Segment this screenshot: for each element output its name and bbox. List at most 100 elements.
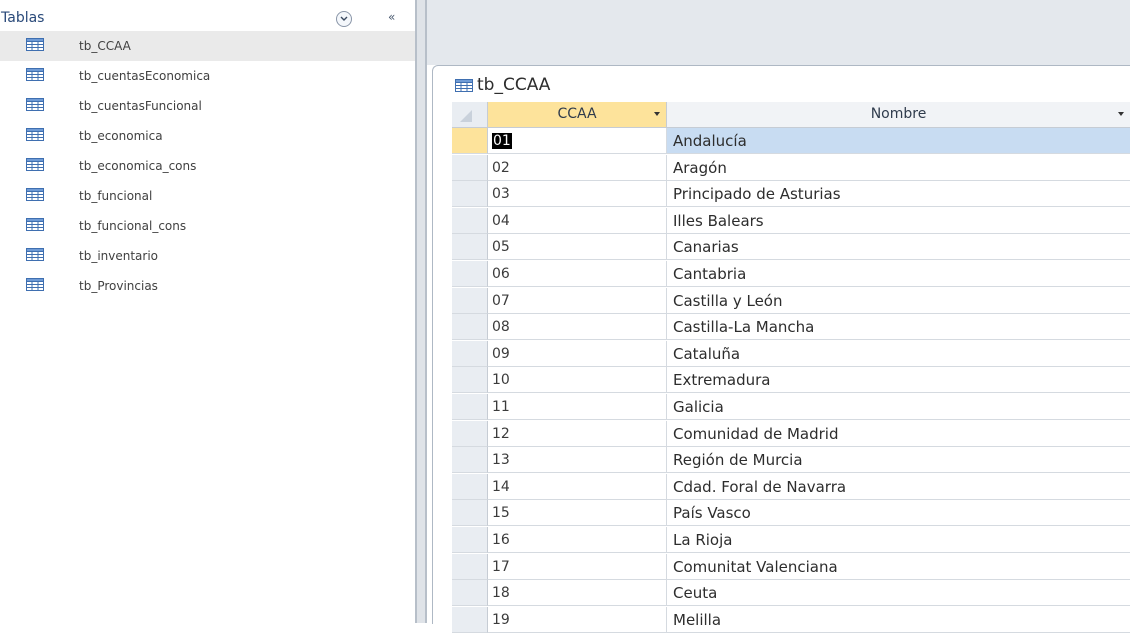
cell-ccaa[interactable]: 11 (488, 394, 667, 420)
record-selector[interactable] (452, 527, 488, 553)
nav-item-tb-economica-cons[interactable]: tb_economica_cons (0, 151, 415, 181)
table-row[interactable]: 07 Castilla y León (452, 287, 1130, 314)
cell-nombre[interactable]: Aragón (667, 155, 1130, 181)
cell-ccaa[interactable]: 04 (488, 207, 667, 234)
nav-item-tb-cuentasfuncional[interactable]: tb_cuentasFuncional (0, 91, 415, 121)
cell-ccaa[interactable]: 07 (488, 287, 667, 314)
cell-nombre[interactable]: Región de Murcia (667, 447, 1130, 474)
table-row[interactable]: 14 Cdad. Foral de Navarra (452, 473, 1130, 500)
cell-nombre[interactable]: Cdad. Foral de Navarra (667, 474, 1130, 500)
cell-nombre[interactable]: Extremadura (667, 367, 1130, 394)
cell-nombre[interactable]: Canarias (667, 234, 1130, 261)
cell-nombre-value: Illes Balears (673, 211, 764, 230)
table-row[interactable]: 12 Comunidad de Madrid (452, 420, 1130, 447)
table-row[interactable]: 05 Canarias (452, 234, 1130, 261)
record-selector[interactable] (452, 394, 488, 420)
record-selector[interactable] (452, 234, 488, 261)
record-selector[interactable] (452, 181, 488, 208)
table-row[interactable]: 01 Andalucía (452, 128, 1130, 154)
cell-ccaa[interactable]: 14 (488, 473, 667, 500)
cell-nombre[interactable]: Andalucía (667, 128, 1130, 154)
nav-menu-dropdown-button[interactable] (336, 11, 352, 27)
cell-ccaa[interactable]: 12 (488, 420, 667, 447)
cell-nombre[interactable]: Ceuta (667, 580, 1130, 607)
record-selector[interactable] (452, 314, 488, 341)
collapse-pane-button[interactable]: « (388, 10, 395, 24)
column-header-ccaa[interactable]: CCAA (488, 102, 667, 128)
cell-nombre[interactable]: Melilla (667, 607, 1130, 633)
record-selector[interactable] (452, 580, 488, 607)
cell-ccaa[interactable]: 02 (488, 154, 667, 181)
pane-splitter[interactable] (415, 0, 427, 623)
table-icon (26, 68, 44, 81)
record-selector[interactable] (452, 287, 488, 314)
cell-nombre[interactable]: Illes Balears (667, 208, 1130, 234)
cell-ccaa[interactable]: 09 (488, 340, 667, 367)
table-row[interactable]: 18 Ceuta (452, 580, 1130, 607)
record-selector[interactable] (452, 473, 488, 500)
cell-nombre[interactable]: Galicia (667, 394, 1130, 420)
cell-nombre[interactable]: Comunitat Valenciana (667, 554, 1130, 580)
record-selector[interactable] (452, 447, 488, 474)
cell-nombre[interactable]: Castilla-La Mancha (667, 314, 1130, 341)
nav-item-tb-cuentaseconomica[interactable]: tb_cuentasEconomica (0, 61, 415, 91)
table-row[interactable]: 06 Cantabria (452, 261, 1130, 287)
cell-nombre[interactable]: Castilla y León (667, 288, 1130, 314)
record-selector[interactable] (452, 606, 488, 633)
record-selector[interactable] (452, 367, 488, 394)
select-all-button[interactable] (452, 102, 488, 128)
cell-ccaa[interactable]: 10 (488, 367, 667, 394)
table-row[interactable]: 03 Principado de Asturias (452, 181, 1130, 208)
record-selector[interactable] (452, 553, 488, 580)
table-row[interactable]: 08 Castilla-La Mancha (452, 314, 1130, 341)
nav-item-tb-provincias[interactable]: tb_Provincias (0, 271, 415, 301)
cell-ccaa[interactable]: 18 (488, 580, 667, 607)
cell-nombre[interactable]: Comunidad de Madrid (667, 421, 1130, 447)
table-row[interactable]: 02 Aragón (452, 154, 1130, 181)
cell-nombre[interactable]: La Rioja (667, 527, 1130, 553)
table-row[interactable]: 11 Galicia (452, 394, 1130, 420)
table-row[interactable]: 19 Melilla (452, 606, 1130, 633)
datasheet-document: tb_CCAA CCAA Nombre 01 Andalucía 02 Aragón 0… (432, 65, 1130, 633)
cell-ccaa[interactable]: 05 (488, 234, 667, 261)
record-selector[interactable] (452, 500, 488, 527)
nav-item-tb-ccaa[interactable]: tb_CCAA (0, 31, 415, 61)
record-selector[interactable] (452, 128, 488, 154)
column-header-nombre[interactable]: Nombre (667, 102, 1130, 128)
cell-ccaa[interactable]: 01 (488, 128, 667, 154)
cell-ccaa[interactable]: 08 (488, 314, 667, 341)
cell-ccaa[interactable]: 13 (488, 447, 667, 474)
nav-title[interactable]: Tablas (1, 10, 44, 26)
nav-header: Tablas « (0, 7, 415, 31)
table-row[interactable]: 09 Cataluña (452, 340, 1130, 367)
nav-item-tb-inventario[interactable]: tb_inventario (0, 241, 415, 271)
cell-ccaa[interactable]: 15 (488, 500, 667, 527)
table-row[interactable]: 17 Comunitat Valenciana (452, 553, 1130, 580)
table-row[interactable]: 04 Illes Balears (452, 207, 1130, 234)
record-selector[interactable] (452, 420, 488, 447)
cell-ccaa[interactable]: 19 (488, 606, 667, 633)
cell-nombre[interactable]: Cantabria (667, 261, 1130, 287)
record-selector[interactable] (452, 207, 488, 234)
cell-nombre[interactable]: País Vasco (667, 500, 1130, 527)
sort-filter-dropdown-icon[interactable] (1118, 112, 1124, 116)
cell-ccaa[interactable]: 03 (488, 181, 667, 208)
cell-nombre[interactable]: Cataluña (667, 341, 1130, 367)
nav-item-tb-funcional-cons[interactable]: tb_funcional_cons (0, 211, 415, 241)
table-row[interactable]: 10 Extremadura (452, 367, 1130, 394)
table-row[interactable]: 15 País Vasco (452, 500, 1130, 527)
cell-ccaa[interactable]: 06 (488, 261, 667, 287)
record-selector[interactable] (452, 340, 488, 367)
sort-filter-dropdown-icon[interactable] (654, 112, 660, 116)
record-selector[interactable] (452, 154, 488, 181)
cell-ccaa[interactable]: 17 (488, 553, 667, 580)
nav-item-tb-funcional[interactable]: tb_funcional (0, 181, 415, 211)
record-selector[interactable] (452, 261, 488, 287)
cell-ccaa[interactable]: 16 (488, 527, 667, 553)
table-icon (26, 218, 44, 231)
table-icon (26, 98, 44, 111)
table-row[interactable]: 13 Región de Murcia (452, 447, 1130, 474)
table-row[interactable]: 16 La Rioja (452, 527, 1130, 553)
nav-item-tb-economica[interactable]: tb_economica (0, 121, 415, 151)
cell-nombre[interactable]: Principado de Asturias (667, 181, 1130, 208)
